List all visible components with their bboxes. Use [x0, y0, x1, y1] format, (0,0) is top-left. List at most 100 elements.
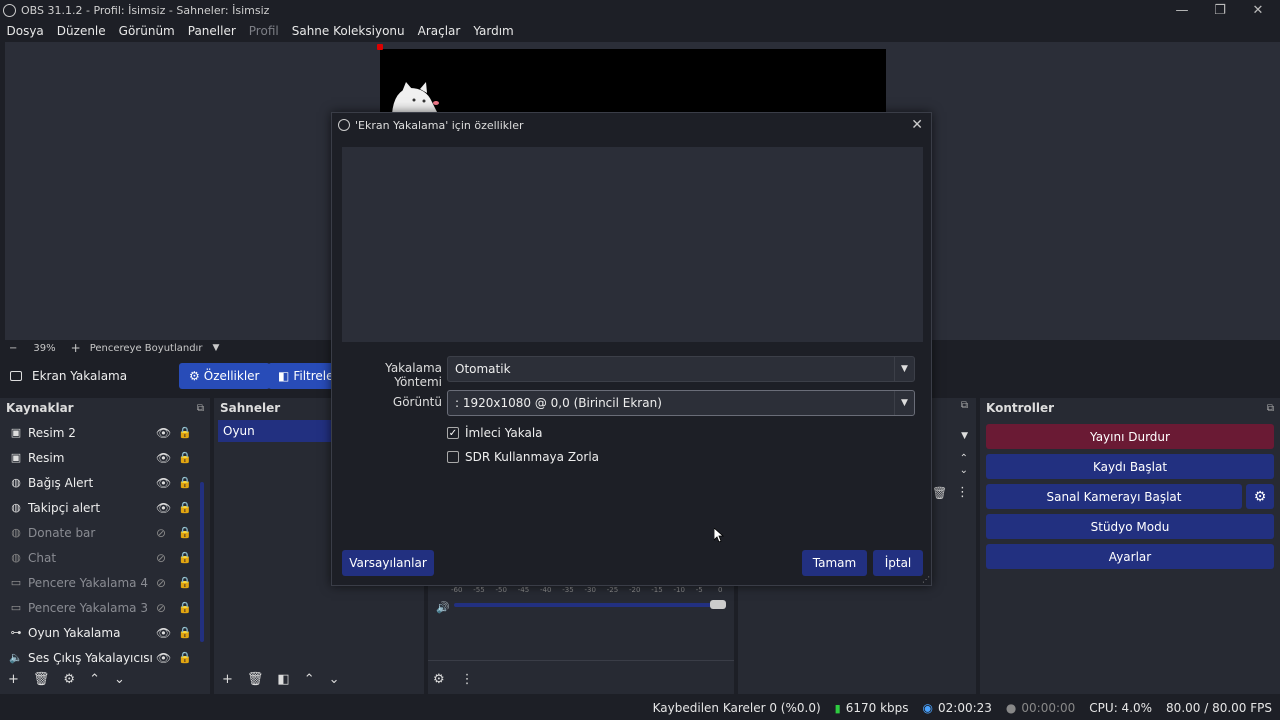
virtual-camera-settings-icon[interactable]: ⚙ — [1246, 484, 1274, 509]
menu-docks[interactable]: Paneller — [181, 24, 242, 38]
eye-icon[interactable]: 👁 — [156, 651, 171, 665]
eye-hidden-icon[interactable]: ⊘ — [156, 601, 166, 615]
menu-help[interactable]: Yardım — [467, 24, 520, 38]
display-select[interactable]: : 1920x1080 @ 0,0 (Birincil Ekran) ▼ — [447, 390, 915, 416]
start-record-button[interactable]: Kaydı Başlat — [986, 454, 1274, 479]
list-item[interactable]: ▭ Pencere Yakalama 3 ⊘ 🔒 — [0, 595, 200, 620]
sources-panel: Kaynaklar ⧉ ▣ Resim 2 👁 🔒 ▣ Resim 👁 🔒 ◍ Bağış Al… — [0, 398, 210, 694]
fit-window-label[interactable]: Pencereye Boyutlandır — [90, 343, 203, 354]
status-bar: Kaybedilen Kareler 0 (%0.0) ▮ 6170 kbps ◉… — [0, 696, 1280, 720]
virtual-camera-button[interactable]: Sanal Kamerayı Başlat — [986, 484, 1242, 509]
lock-icon[interactable]: 🔒 — [178, 526, 192, 539]
sources-scrollbar[interactable] — [200, 482, 204, 642]
lock-icon[interactable]: 🔒 — [178, 626, 192, 639]
list-item[interactable]: ▣ Resim 👁 🔒 — [0, 445, 200, 470]
eye-icon[interactable]: 👁 — [156, 451, 171, 465]
lock-icon[interactable]: 🔒 — [178, 501, 192, 514]
eye-icon[interactable]: 👁 — [156, 501, 171, 515]
stop-stream-button[interactable]: Yayını Durdur — [986, 424, 1274, 449]
volume-slider-track[interactable] — [454, 603, 719, 607]
list-item[interactable]: ⊶ Oyun Yakalama 👁 🔒 — [0, 620, 200, 645]
globe-icon: ◍ — [11, 551, 21, 564]
eye-icon[interactable]: 👁 — [156, 426, 171, 440]
move-up-icon[interactable]: ⌃ — [89, 672, 100, 687]
properties-button[interactable]: ⚙ Özellikler — [179, 363, 270, 389]
lock-icon[interactable]: 🔒 — [178, 551, 192, 564]
eye-icon[interactable]: 👁 — [156, 626, 171, 640]
lock-icon[interactable]: 🔒 — [178, 651, 192, 664]
capture-cursor-checkbox[interactable]: ✓ İmleci Yakala — [447, 426, 543, 440]
minimize-icon[interactable]: — — [1162, 0, 1202, 20]
menu-file[interactable]: Dosya — [0, 24, 50, 38]
chevron-down-icon: ▼ — [894, 357, 914, 381]
list-item[interactable]: ▣ Resim 2 👁 🔒 — [0, 420, 200, 445]
resize-grip-icon[interactable]: ⋰ — [922, 575, 930, 584]
more-options-icon[interactable]: ⋮ — [461, 672, 474, 687]
scenes-title: Sahneler — [220, 401, 281, 415]
list-item[interactable]: ◍ Chat ⊘ 🔒 — [0, 545, 200, 570]
list-item[interactable]: ◍ Donate bar ⊘ 🔒 — [0, 520, 200, 545]
force-sdr-checkbox[interactable]: SDR Kullanmaya Zorla — [447, 450, 599, 464]
lock-icon[interactable]: 🔒 — [178, 576, 192, 589]
defaults-button[interactable]: Varsayılanlar — [342, 550, 434, 576]
undock-icon[interactable]: ⧉ — [197, 403, 204, 414]
add-source-icon[interactable]: + — [8, 672, 19, 687]
list-item[interactable]: ◍ Takipçi alert 👁 🔒 — [0, 495, 200, 520]
move-up-icon[interactable]: ⌃ — [304, 672, 315, 687]
undock-icon[interactable]: ⧉ — [1267, 403, 1274, 414]
speaker-icon[interactable]: 🔊 — [436, 601, 450, 614]
ok-button[interactable]: Tamam — [802, 550, 867, 576]
eye-icon[interactable]: 👁 — [156, 476, 171, 490]
controls-title: Kontroller — [986, 401, 1055, 415]
settings-button[interactable]: Ayarlar — [986, 544, 1274, 569]
more-options-icon[interactable]: ⋮ — [956, 485, 969, 500]
close-icon[interactable]: ✕ — [911, 117, 923, 133]
mixer-tick-label: 0 — [718, 586, 723, 594]
move-down-icon[interactable]: ⌄ — [329, 672, 340, 687]
mixer-tick-label: -50 — [495, 586, 507, 594]
add-scene-icon[interactable]: + — [222, 672, 233, 687]
record-time: 00:00:00 — [1021, 701, 1076, 715]
capture-method-select[interactable]: Otomatik ▼ — [447, 356, 915, 382]
menu-edit[interactable]: Düzenle — [50, 24, 112, 38]
zoom-out-button[interactable]: − — [9, 343, 17, 354]
menu-scene-collection[interactable]: Sahne Koleksiyonu — [285, 24, 411, 38]
menu-view[interactable]: Görünüm — [112, 24, 181, 38]
menu-profile[interactable]: Profil — [242, 24, 285, 38]
studio-mode-button[interactable]: Stüdyo Modu — [986, 514, 1274, 539]
scene-item[interactable]: Oyun — [218, 420, 336, 442]
trash-icon[interactable]: 🗑 — [932, 486, 947, 500]
list-item[interactable]: ▭ Pencere Yakalama 4 ⊘ 🔒 — [0, 570, 200, 595]
list-item[interactable]: ◍ Bağış Alert 👁 🔒 — [0, 470, 200, 495]
lock-icon[interactable]: 🔒 — [178, 426, 192, 439]
filters-button[interactable]: ◧ Filtreler — [268, 363, 332, 389]
lock-icon[interactable]: 🔒 — [178, 476, 192, 489]
chevron-down-icon[interactable]: ▼ — [212, 343, 219, 353]
eye-hidden-icon[interactable]: ⊘ — [156, 576, 166, 590]
filter-icon[interactable]: ◧ — [277, 672, 289, 687]
volume-slider-handle[interactable] — [710, 600, 726, 609]
menu-tools[interactable]: Araçlar — [411, 24, 467, 38]
record-icon: ● — [1005, 701, 1017, 715]
undock-icon[interactable]: ⧉ — [961, 400, 968, 411]
lock-icon[interactable]: 🔒 — [178, 451, 192, 464]
lock-icon[interactable]: 🔒 — [178, 601, 192, 614]
dialog-preview — [342, 147, 923, 342]
window-icon: ▭ — [10, 576, 22, 589]
gear-icon[interactable]: ⚙ — [63, 672, 75, 687]
mixer-settings-icon[interactable]: ⚙ — [433, 672, 445, 687]
eye-hidden-icon[interactable]: ⊘ — [156, 551, 166, 565]
trash-icon[interactable]: 🗑 — [247, 672, 264, 687]
move-down-icon[interactable]: ⌄ — [114, 672, 125, 687]
fps-readout: 80.00 / 80.00 FPS — [1166, 701, 1272, 715]
chevron-down-icon[interactable]: ▼ — [961, 431, 968, 441]
spinner-icon[interactable]: ⌃ ⌄ — [960, 453, 968, 477]
resize-handle[interactable] — [377, 44, 383, 50]
cancel-button[interactable]: İptal — [873, 550, 923, 576]
restore-icon[interactable]: ❐ — [1200, 0, 1240, 20]
eye-hidden-icon[interactable]: ⊘ — [156, 526, 166, 540]
zoom-in-button[interactable]: + — [71, 341, 81, 355]
trash-icon[interactable]: 🗑 — [33, 672, 50, 687]
close-window-icon[interactable]: ✕ — [1238, 0, 1278, 20]
list-item[interactable]: 🔈 Ses Çıkış Yakalayıcısı 👁 🔒 — [0, 645, 200, 670]
